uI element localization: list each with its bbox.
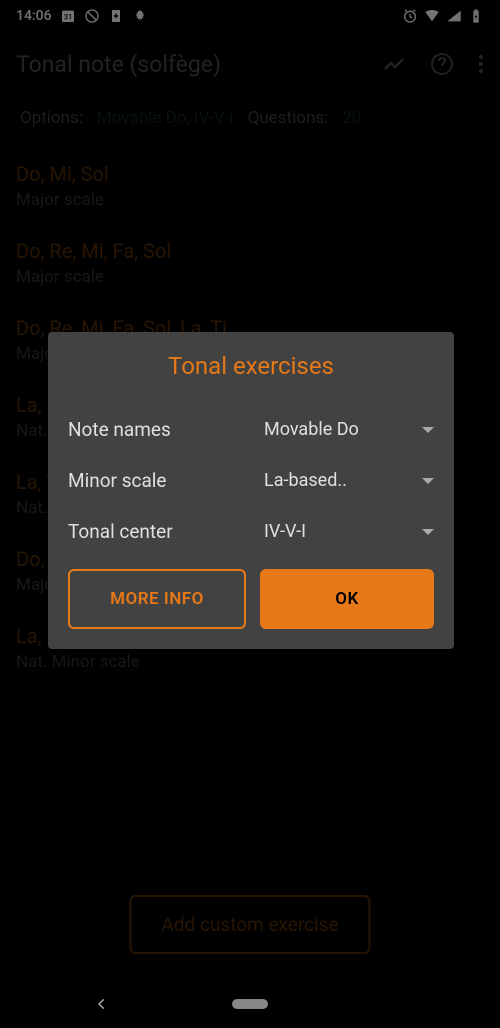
minor-scale-row[interactable]: Minor scale La-based.. xyxy=(48,455,454,506)
note-names-row[interactable]: Note names Movable Do xyxy=(48,404,454,455)
minor-scale-value: La-based.. xyxy=(264,470,347,491)
ok-button[interactable]: OK xyxy=(260,569,434,629)
tonal-center-value: IV-V-I xyxy=(264,521,306,542)
tonal-center-label: Tonal center xyxy=(68,520,264,543)
tonal-center-row[interactable]: Tonal center IV-V-I xyxy=(48,506,454,557)
minor-scale-label: Minor scale xyxy=(68,469,264,492)
note-names-value: Movable Do xyxy=(264,419,359,440)
home-pill[interactable] xyxy=(232,999,268,1009)
dialog-title: Tonal exercises xyxy=(48,352,454,380)
tonal-exercises-dialog: Tonal exercises Note names Movable Do Mi… xyxy=(48,332,454,649)
note-names-label: Note names xyxy=(68,418,264,441)
chevron-down-icon xyxy=(422,529,434,535)
more-info-button[interactable]: MORE INFO xyxy=(68,569,246,629)
chevron-down-icon xyxy=(422,478,434,484)
back-icon[interactable] xyxy=(95,992,109,1017)
chevron-down-icon xyxy=(422,427,434,433)
navigation-bar xyxy=(0,980,500,1028)
